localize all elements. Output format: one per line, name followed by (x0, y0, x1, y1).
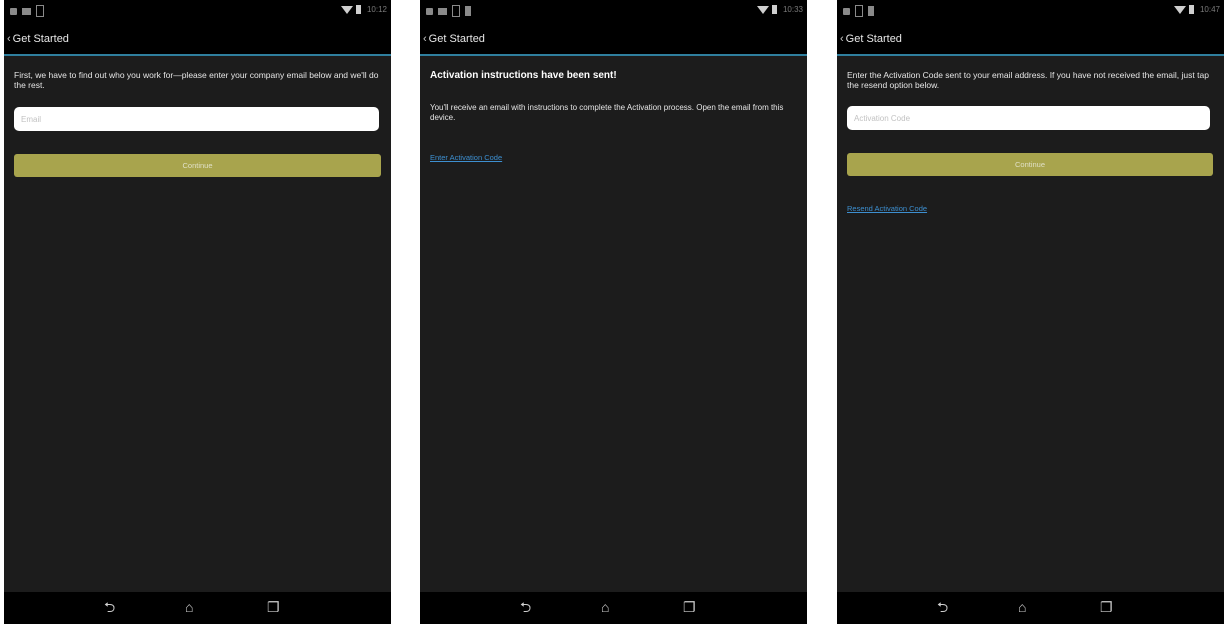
phone-screen-activation-code: 10:47 ‹ Get Started Enter the Activation… (837, 0, 1224, 624)
download-notification-icon (855, 5, 863, 17)
download-notification-icon (36, 5, 44, 17)
activation-code-field[interactable]: Activation Code (847, 106, 1210, 130)
chevron-left-icon[interactable]: ‹ (840, 33, 844, 45)
status-right: 10:47 (1173, 5, 1220, 14)
instruction-text: Enter the Activation Code sent to your e… (847, 70, 1209, 90)
confirmation-body: You'll receive an email with instruction… (430, 103, 784, 122)
wifi-icon (756, 5, 769, 14)
notification-icon (426, 7, 433, 15)
storage-notification-icon (868, 6, 874, 16)
content: Activation instructions have been sent! … (420, 56, 807, 123)
email-placeholder: Email (21, 114, 42, 124)
clock: 10:12 (366, 5, 387, 14)
email-field[interactable]: Email (14, 107, 379, 131)
page-title[interactable]: Get Started (429, 33, 485, 45)
action-bar: ‹ Get Started (420, 24, 807, 56)
status-bar: 10:33 (420, 0, 807, 24)
battery-icon (1188, 5, 1194, 14)
continue-button-label: Continue (1014, 160, 1046, 169)
page-title[interactable]: Get Started (846, 33, 902, 45)
content: First, we have to find out who you work … (4, 56, 391, 90)
action-bar: ‹ Get Started (4, 24, 391, 56)
notification-icons (426, 5, 471, 17)
status-bar: 10:12 (4, 0, 391, 24)
notification-icons (843, 5, 874, 17)
chevron-left-icon[interactable]: ‹ (7, 33, 11, 45)
activation-code-placeholder: Activation Code (854, 113, 911, 123)
storage-notification-icon (465, 6, 471, 16)
action-bar: ‹ Get Started (837, 24, 1224, 56)
recents-icon[interactable]: ❐ (1100, 600, 1113, 614)
home-icon[interactable]: ⌂ (185, 600, 193, 614)
battery-icon (771, 5, 777, 14)
phone-screen-email-entry: 10:12 ‹ Get Started First, we have to fi… (4, 0, 391, 624)
status-right: 10:33 (756, 5, 803, 14)
continue-button-label: Continue (182, 161, 213, 170)
recents-icon[interactable]: ❐ (683, 600, 696, 614)
phone-screen-instructions-sent: 10:33 ‹ Get Started Activation instructi… (420, 0, 807, 624)
notification-icon (843, 7, 850, 15)
email-notification-icon (438, 7, 447, 15)
clock: 10:47 (1199, 5, 1220, 14)
navigation-bar: ⮌ ⌂ ❐ (420, 592, 807, 624)
continue-button[interactable]: Continue (14, 154, 381, 177)
wifi-icon (340, 5, 353, 14)
back-arrow-icon[interactable]: ⮌ (937, 600, 948, 614)
continue-button[interactable]: Continue (847, 153, 1213, 176)
email-notification-icon (22, 7, 31, 15)
chevron-left-icon[interactable]: ‹ (423, 33, 427, 45)
navigation-bar: ⮌ ⌂ ❐ (837, 592, 1224, 624)
navigation-bar: ⮌ ⌂ ❐ (4, 592, 391, 624)
notification-icons (10, 5, 44, 17)
wifi-icon (1173, 5, 1186, 14)
page-title[interactable]: Get Started (13, 33, 69, 45)
status-bar: 10:47 (837, 0, 1224, 24)
content: Enter the Activation Code sent to your e… (837, 56, 1224, 90)
back-arrow-icon[interactable]: ⮌ (520, 600, 531, 614)
status-right: 10:12 (340, 5, 387, 14)
resend-activation-code-link[interactable]: Resend Activation Code (847, 204, 927, 213)
battery-icon (355, 5, 361, 14)
clock: 10:33 (782, 5, 803, 14)
home-icon[interactable]: ⌂ (601, 600, 609, 614)
confirmation-heading: Activation instructions have been sent! (430, 70, 617, 81)
notification-icon (10, 7, 17, 15)
download-notification-icon (452, 5, 460, 17)
recents-icon[interactable]: ❐ (267, 600, 280, 614)
back-arrow-icon[interactable]: ⮌ (104, 600, 115, 614)
enter-activation-code-link[interactable]: Enter Activation Code (430, 153, 502, 162)
home-icon[interactable]: ⌂ (1018, 600, 1026, 614)
instruction-text: First, we have to find out who you work … (14, 70, 379, 90)
